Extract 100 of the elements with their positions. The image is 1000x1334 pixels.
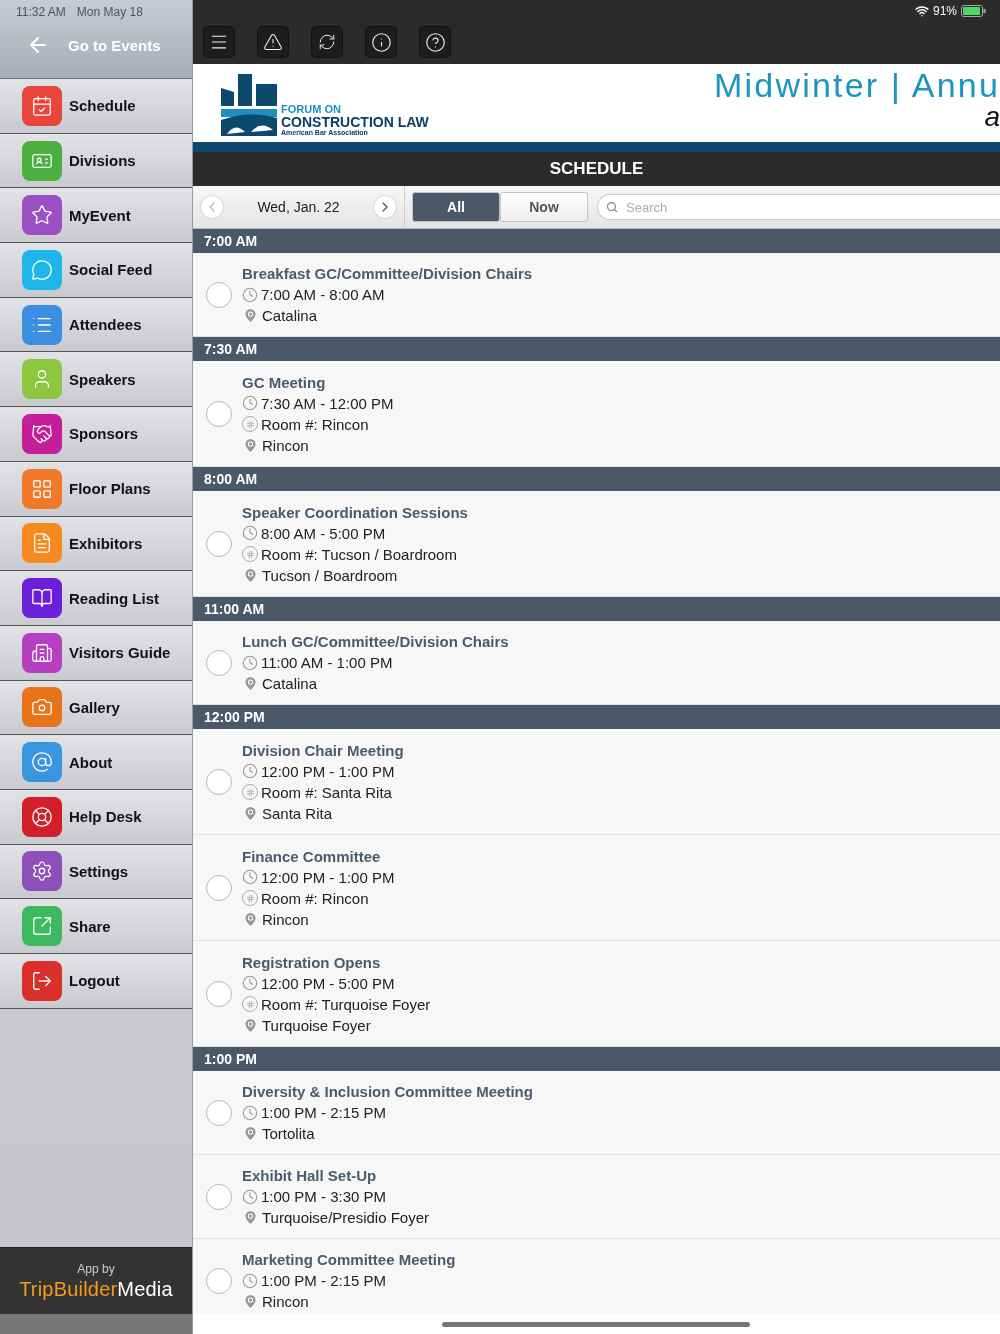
clock-icon bbox=[242, 869, 258, 885]
pin-icon bbox=[242, 1125, 259, 1142]
battery-icon bbox=[961, 5, 986, 17]
event-title[interactable]: GC Meeting bbox=[242, 373, 394, 391]
nav-item[interactable]: Settings bbox=[0, 844, 192, 900]
clock-icon bbox=[242, 763, 258, 779]
event-title[interactable]: Division Chair Meeting bbox=[242, 741, 404, 759]
time-header: 8:00 AM bbox=[193, 467, 1000, 491]
clock-icon bbox=[242, 286, 258, 303]
menu-button[interactable] bbox=[203, 26, 235, 58]
logo-icon bbox=[221, 74, 277, 136]
clock-icon bbox=[242, 1104, 258, 1121]
time-header: 12:00 PM bbox=[193, 705, 1000, 729]
refresh-button[interactable] bbox=[311, 26, 343, 58]
refresh-icon bbox=[318, 33, 336, 51]
filter-tab[interactable]: All bbox=[412, 192, 500, 222]
search-field[interactable]: Search bbox=[597, 194, 1000, 220]
nav-item[interactable]: Attendees bbox=[0, 297, 192, 353]
pin-icon bbox=[242, 307, 259, 324]
nav-item[interactable]: MyEvent bbox=[0, 188, 192, 244]
event-title[interactable]: Diversity & Inclusion Committee Meeting bbox=[242, 1083, 533, 1100]
event-location: Catalina bbox=[262, 307, 318, 324]
brand-logo: TripBuilderMedia bbox=[19, 1277, 173, 1301]
add-checkbox[interactable] bbox=[206, 1183, 232, 1210]
pin-icon bbox=[242, 1209, 259, 1226]
pin-icon bbox=[242, 1016, 259, 1034]
event-time: 1:00 PM - 2:15 PM bbox=[261, 1104, 387, 1121]
search-icon bbox=[606, 201, 618, 213]
nav-item[interactable]: Help Desk bbox=[0, 789, 192, 845]
wifi-icon bbox=[914, 4, 929, 18]
nav-item[interactable]: Schedule bbox=[0, 79, 192, 134]
info-button[interactable] bbox=[365, 26, 397, 58]
event-room: Room #: Santa Rita bbox=[261, 783, 392, 801]
pin-icon bbox=[242, 675, 259, 692]
pin-icon bbox=[242, 436, 259, 454]
next-day-button[interactable] bbox=[374, 196, 396, 218]
event-location: Rincon bbox=[262, 436, 309, 454]
add-checkbox[interactable] bbox=[206, 768, 232, 795]
event-time: 1:00 PM - 3:30 PM bbox=[261, 1188, 387, 1205]
event-location: Tortolita bbox=[262, 1125, 315, 1142]
event-title[interactable]: Breakfast GC/Committee/Division Chairs bbox=[242, 265, 533, 282]
nav-item[interactable]: Speakers bbox=[0, 352, 192, 408]
event-time: 12:00 PM - 5:00 PM bbox=[261, 974, 395, 992]
help-button[interactable] bbox=[419, 26, 451, 58]
nav-item[interactable]: Divisions bbox=[0, 133, 192, 189]
event-room: Room #: Tucson / Boardroom bbox=[261, 545, 457, 563]
nav-item[interactable]: Exhibitors bbox=[0, 516, 192, 572]
nav-item[interactable]: Floor Plans bbox=[0, 461, 192, 517]
add-checkbox[interactable] bbox=[206, 874, 232, 901]
event-location: Rincon bbox=[262, 910, 309, 928]
event-title[interactable]: Speaker Coordination Sessions bbox=[242, 503, 468, 521]
clock-icon bbox=[242, 654, 258, 671]
event-title[interactable]: Finance Committee bbox=[242, 847, 395, 865]
add-checkbox[interactable] bbox=[206, 980, 232, 1007]
event-location: Catalina bbox=[262, 675, 318, 692]
nav-item[interactable]: Social Feed bbox=[0, 243, 192, 298]
event-location: Santa Rita bbox=[262, 804, 333, 822]
clock-icon bbox=[242, 1188, 258, 1205]
add-checkbox[interactable] bbox=[206, 1099, 232, 1126]
event-title[interactable]: Registration Opens bbox=[242, 953, 431, 971]
add-checkbox[interactable] bbox=[206, 1267, 232, 1294]
event-time: 7:30 AM - 12:00 PM bbox=[261, 394, 394, 412]
event-title[interactable]: Lunch GC/Committee/Division Chairs bbox=[242, 633, 509, 650]
event-title[interactable]: Marketing Committee Meeting bbox=[242, 1251, 456, 1268]
nav-item[interactable]: Visitors Guide bbox=[0, 625, 192, 681]
event-room: Room #: Rincon bbox=[261, 889, 369, 907]
event-time: 12:00 PM - 1:00 PM bbox=[261, 868, 395, 886]
event-time: 1:00 PM - 2:15 PM bbox=[261, 1272, 387, 1289]
add-checkbox[interactable] bbox=[206, 281, 232, 308]
event-location: Tucson / Boardroom bbox=[262, 566, 398, 584]
nav-item[interactable]: Share bbox=[0, 899, 192, 954]
banner-subtitle: a bbox=[984, 105, 1000, 129]
event-time: 12:00 PM - 1:00 PM bbox=[261, 762, 395, 780]
pin-icon bbox=[242, 804, 259, 822]
add-checkbox[interactable] bbox=[206, 530, 232, 557]
nav-item[interactable]: Reading List bbox=[0, 571, 192, 626]
event-time: 8:00 AM - 5:00 PM bbox=[261, 524, 386, 542]
add-checkbox[interactable] bbox=[206, 400, 232, 427]
nav-item[interactable]: Sponsors bbox=[0, 407, 192, 462]
nav-item[interactable]: Gallery bbox=[0, 680, 192, 736]
event-location: Turquoise Foyer bbox=[262, 1016, 371, 1034]
warning-icon bbox=[263, 32, 283, 52]
clock-icon bbox=[242, 525, 258, 541]
pin-icon bbox=[242, 566, 259, 584]
time-header: 7:30 AM bbox=[193, 337, 1000, 361]
alert-button[interactable] bbox=[257, 26, 289, 58]
add-checkbox[interactable] bbox=[206, 649, 232, 676]
event-title[interactable]: Exhibit Hall Set-Up bbox=[242, 1167, 429, 1184]
help-icon bbox=[424, 31, 446, 53]
nav-item[interactable]: About bbox=[0, 735, 192, 790]
previous-day-button[interactable] bbox=[201, 196, 223, 218]
footer-caption: App by bbox=[77, 1261, 115, 1276]
pin-icon bbox=[242, 910, 259, 928]
event-time: 7:00 AM - 8:00 AM bbox=[261, 286, 385, 303]
clock-icon bbox=[242, 395, 258, 411]
event-room: Room #: Turquoise Foyer bbox=[261, 995, 431, 1013]
clock-icon bbox=[242, 1272, 258, 1289]
filter-tab[interactable]: Now bbox=[500, 192, 588, 222]
nav-item[interactable]: Logout bbox=[0, 954, 192, 1009]
event-location: Turquoise/Presidio Foyer bbox=[262, 1209, 429, 1226]
